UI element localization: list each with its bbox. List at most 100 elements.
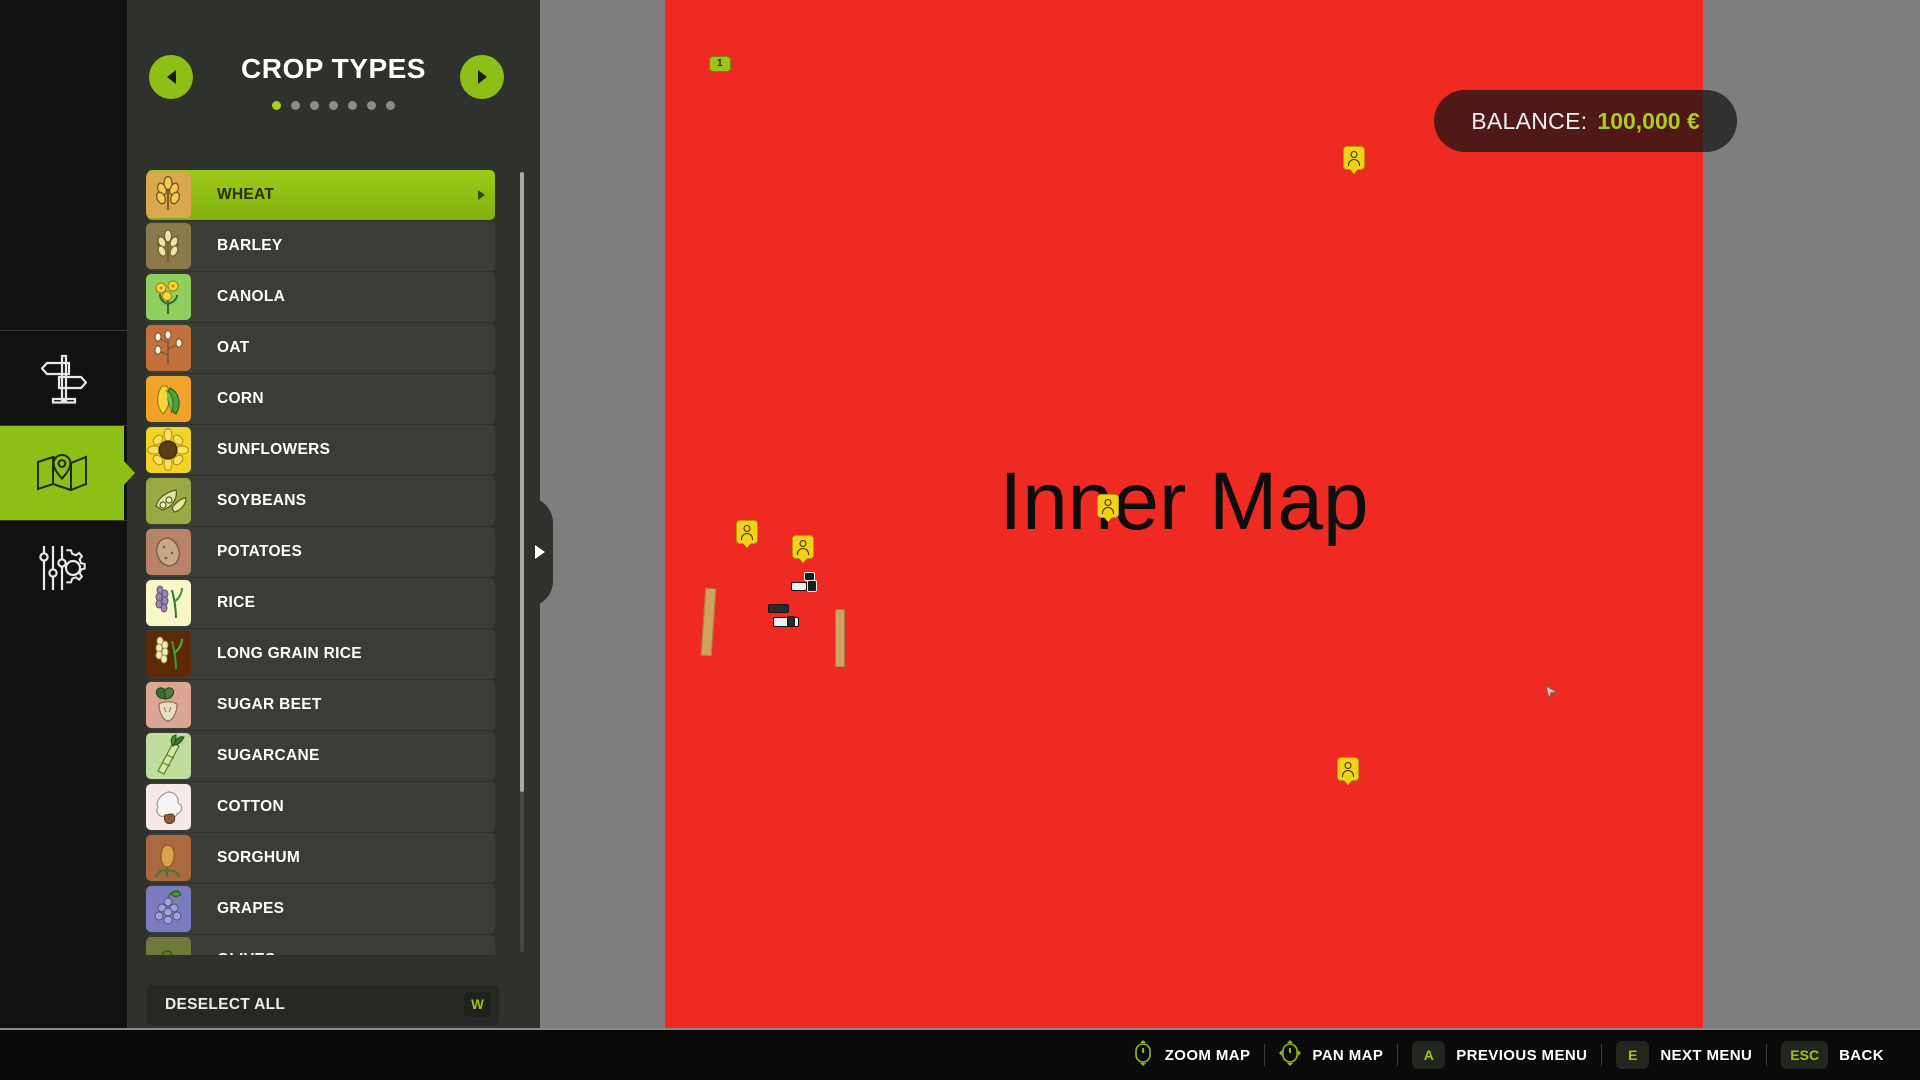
crop-list-scroll-area[interactable]: WHEAT BARLEY CANOLA OAT CORN SUNFLOWERS SOYBEA… [127, 170, 540, 955]
crop-list-item-label: GRAPES [217, 900, 285, 917]
hint-pan-map[interactable]: PAN MAP [1265, 1030, 1397, 1080]
map-person-marker[interactable] [1097, 494, 1119, 518]
crop-list-item-potatoes[interactable]: POTATOES [146, 527, 495, 578]
vehicle-marker[interactable] [807, 580, 817, 592]
hint-next-menu[interactable]: E NEXT MENU [1602, 1030, 1766, 1080]
crop-list-item-label: RICE [217, 594, 256, 611]
signpost-icon [40, 352, 87, 404]
panel-header: CROP TYPES [127, 0, 540, 140]
pagination-dot[interactable] [291, 101, 300, 110]
pagination-dot[interactable] [367, 101, 376, 110]
crop-list-item-label: CANOLA [217, 288, 286, 305]
next-page-button[interactable] [460, 55, 504, 99]
crop-list-item-sunflowers[interactable]: SUNFLOWERS [146, 425, 495, 476]
map-person-marker[interactable] [736, 520, 758, 544]
map-person-marker[interactable] [1337, 757, 1359, 781]
balance-label: BALANCE: [1471, 107, 1588, 134]
crop-list-item-label: BARLEY [217, 237, 283, 254]
person-head-icon [1344, 762, 1352, 769]
barley-icon [146, 223, 191, 269]
hint-previous-menu[interactable]: A PREVIOUS MENU [1398, 1030, 1601, 1080]
crop-list-item-rice[interactable]: RICE [146, 578, 495, 629]
person-head-icon [743, 525, 751, 532]
map-pin-icon [36, 452, 88, 494]
chevron-right-icon [477, 70, 487, 84]
canola-icon [146, 274, 191, 320]
olives-icon [146, 937, 191, 955]
sugarcane-icon [146, 733, 191, 779]
crop-list-item-label: SUGAR BEET [217, 696, 322, 713]
hint-zoom-map[interactable]: ZOOM MAP [1118, 1030, 1265, 1080]
crop-list-item-label: SUNFLOWERS [217, 441, 331, 458]
grapes-icon [146, 886, 191, 932]
crop-list-item-cotton[interactable]: COTTON [146, 782, 495, 833]
vehicle-marker[interactable] [787, 616, 795, 627]
soybean-icon [146, 478, 191, 524]
sunflower-icon [146, 427, 191, 473]
scrollbar-thumb[interactable] [520, 172, 524, 792]
field-number-badge[interactable]: 1 [709, 56, 731, 72]
pagination-dot[interactable] [310, 101, 319, 110]
settings-icon [38, 543, 89, 593]
map-canvas[interactable]: Inner Map 1 [665, 0, 1703, 1030]
sidebar-item-settings[interactable] [0, 521, 127, 615]
sugar-beet-icon [146, 682, 191, 728]
sidebar-item-signpost[interactable] [0, 331, 127, 425]
crop-list-item-soybeans[interactable]: SOYBEANS [146, 476, 495, 527]
crop-list-item-long-grain-rice[interactable]: LONG GRAIN RICE [146, 629, 495, 680]
crop-list-item-label: COTTON [217, 798, 284, 815]
crop-list-item-canola[interactable]: CANOLA [146, 272, 495, 323]
crop-list-item-label: POTATOES [217, 543, 303, 560]
crop-list-item-oat[interactable]: OAT [146, 323, 495, 374]
sorghum-icon [146, 835, 191, 881]
vehicle-marker[interactable] [768, 604, 789, 613]
crop-list-item-wheat[interactable]: WHEAT [146, 170, 495, 220]
oat-icon [146, 325, 191, 371]
crop-list-item-label: SOYBEANS [217, 492, 307, 509]
pagination-dots[interactable] [127, 101, 540, 110]
chevron-right-icon [535, 545, 545, 559]
panel-collapse-handle[interactable] [527, 497, 557, 607]
hint-back[interactable]: ESC BACK [1767, 1030, 1898, 1080]
icon-rail [0, 0, 127, 1035]
crop-list-item-corn[interactable]: CORN [146, 374, 495, 425]
crop-list-item-label: OLIVES [217, 951, 276, 955]
crop-list-item-sorghum[interactable]: SORGHUM [146, 833, 495, 884]
cotton-icon [146, 784, 191, 830]
mouse-wheel-icon [1132, 1039, 1154, 1071]
balance-value: 100,000 € [1597, 107, 1700, 134]
rice-icon [146, 580, 191, 626]
deselect-all-key-badge: W [464, 992, 491, 1017]
hint-label: PREVIOUS MENU [1456, 1046, 1588, 1064]
person-body-icon [1102, 507, 1114, 514]
crop-list-item-label: WHEAT [217, 186, 275, 203]
deselect-all-button[interactable]: DESELECT ALL W [147, 985, 499, 1025]
balance-display: BALANCE: 100,000 € [1434, 90, 1737, 152]
pagination-dot[interactable] [272, 101, 281, 110]
crop-list: WHEAT BARLEY CANOLA OAT CORN SUNFLOWERS SOYBEA… [127, 170, 540, 955]
vehicle-marker[interactable] [773, 617, 799, 627]
map-person-marker[interactable] [792, 535, 814, 559]
wheat-icon [146, 172, 191, 218]
sidebar-item-map[interactable] [0, 426, 124, 520]
crop-list-item-sugar-beet[interactable]: SUGAR BEET [146, 680, 495, 731]
crop-list-item-label: SUGARCANE [217, 747, 320, 764]
long-grain-rice-icon [146, 631, 191, 677]
crop-list-item-label: CORN [217, 390, 264, 407]
pagination-dot[interactable] [386, 101, 395, 110]
crop-list-item-barley[interactable]: BARLEY [146, 221, 495, 272]
crop-list-item-sugarcane[interactable]: SUGARCANE [146, 731, 495, 782]
crop-list-item-label: OAT [217, 339, 250, 356]
map-title: Inner Map [999, 456, 1369, 547]
corn-icon [146, 376, 191, 422]
crop-list-item-grapes[interactable]: GRAPES [146, 884, 495, 935]
key-badge: ESC [1781, 1041, 1829, 1069]
crop-list-item-olives[interactable]: OLIVES [146, 935, 495, 955]
pagination-dot[interactable] [348, 101, 357, 110]
pagination-dot[interactable] [329, 101, 338, 110]
map-person-marker[interactable] [1343, 146, 1365, 170]
hint-bar: ZOOM MAP PAN MAP A PREVIOUS MENU E NEXT MENU E… [0, 1030, 1920, 1080]
deselect-all-label: DESELECT ALL [165, 996, 286, 1013]
vehicle-marker[interactable] [791, 582, 807, 591]
player-position-cursor [1545, 685, 1559, 705]
